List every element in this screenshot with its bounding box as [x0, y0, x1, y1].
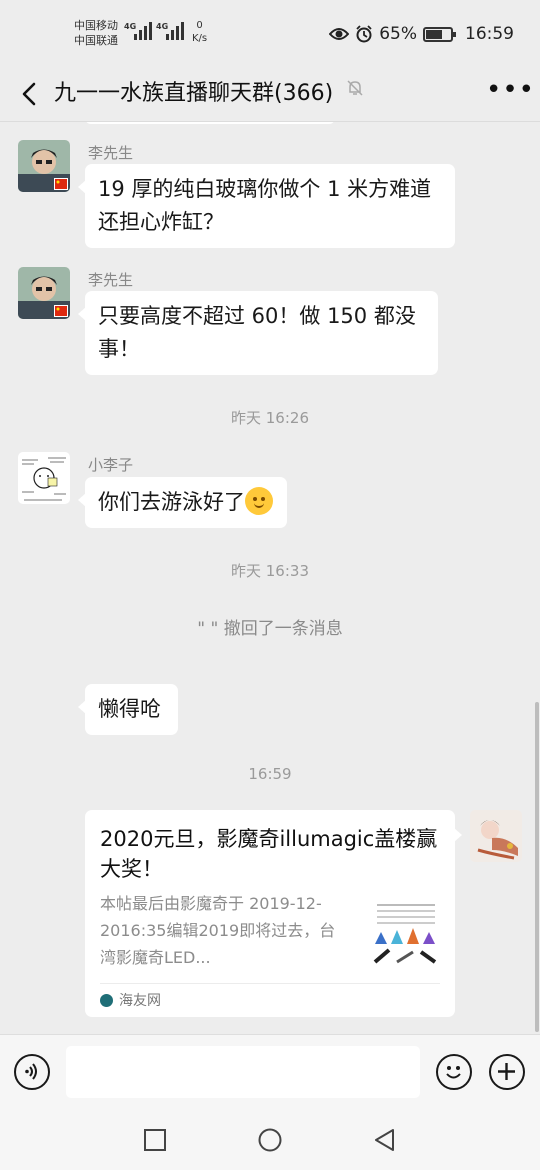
eye-icon	[329, 28, 350, 40]
chat-area[interactable]: 李先生 19 厚的纯白玻璃你做个 1 米方难道还担心炸缸？ 李先生 只要高度不超…	[0, 122, 540, 1034]
back-icon[interactable]	[372, 1127, 398, 1153]
status-right: 65% 16:59	[329, 22, 514, 46]
avatar[interactable]	[18, 267, 70, 319]
avatar[interactable]	[18, 452, 70, 504]
battery-icon	[423, 26, 456, 42]
card-divider	[100, 983, 440, 984]
plus-icon	[498, 1063, 515, 1080]
home-icon[interactable]	[257, 1127, 283, 1153]
link-thumbnail	[371, 896, 441, 966]
speed-unit: K/s	[192, 33, 208, 44]
mute-bell-icon	[347, 80, 363, 96]
sender-name: 李先生	[88, 144, 134, 162]
link-source-name: 海友网	[119, 993, 161, 1009]
speed-value: 0	[196, 20, 203, 31]
source-logo-icon	[100, 993, 113, 1007]
message-bubble[interactable]: 懒得呛	[78, 684, 178, 735]
system-nav-bar	[0, 1108, 540, 1170]
back-button[interactable]	[16, 76, 44, 112]
carrier-2: 中国联通	[74, 34, 118, 47]
chat-header: 九一一水族直播聊天群(366) •••	[0, 66, 540, 122]
link-source: 海友网	[100, 988, 161, 1012]
scrollbar[interactable]	[535, 702, 539, 1032]
input-bar	[0, 1034, 540, 1108]
chat-title: 九一一水族直播聊天群(366)	[54, 81, 334, 106]
link-card[interactable]: 2020元旦，影魔奇illumagic盖楼赢大奖！ 本帖最后由影魔奇于 2019…	[85, 810, 462, 1017]
previous-message-bubble	[85, 122, 335, 124]
message-input[interactable]	[66, 1046, 420, 1098]
link-card-description: 本帖最后由影魔奇于 2019-12-2016:35编辑2019即将过去，台湾影魔…	[100, 894, 336, 967]
more-dots-icon: •••	[486, 75, 536, 105]
recall-notice: " " 撤回了一条消息	[197, 619, 343, 639]
signal-icon	[134, 20, 152, 40]
signal-icon	[166, 20, 184, 40]
message-text: 你们去游泳好了	[98, 490, 245, 514]
sender-name: 李先生	[88, 271, 134, 289]
network-speed: 0 K/s	[192, 19, 207, 45]
message-bubble[interactable]: 19 厚的纯白玻璃你做个 1 米方难道还担心炸缸？	[78, 164, 455, 248]
emoji-button[interactable]	[436, 1054, 472, 1090]
status-bar: 中国移动 中国联通 4G 4G 0 K/s 65% 16:59	[0, 0, 540, 66]
avatar[interactable]	[18, 140, 70, 192]
message-bubble[interactable]: 只要高度不超过 60！做 150 都没事！	[78, 291, 438, 375]
alarm-icon	[356, 25, 372, 43]
more-functions-button[interactable]	[489, 1054, 525, 1090]
clock: 16:59	[465, 24, 514, 44]
avatar-image	[470, 810, 522, 862]
avatar-image	[18, 267, 70, 319]
avatar-image	[18, 452, 70, 504]
link-card-title: 2020元旦，影魔奇illumagic盖楼赢大奖！	[100, 827, 438, 881]
carrier-1: 中国移动	[74, 19, 118, 32]
voice-icon	[25, 1063, 37, 1080]
timestamp: 16:59	[248, 765, 292, 783]
timestamp: 昨天 16:33	[231, 562, 309, 580]
carrier-labels: 中国移动 中国联通	[74, 18, 118, 48]
message-bubble[interactable]: 你们去游泳好了	[78, 477, 287, 528]
smile-emoji-icon	[245, 487, 273, 515]
avatar-image	[18, 140, 70, 192]
back-arrow-icon	[22, 82, 36, 106]
my-avatar[interactable]	[470, 810, 522, 862]
sender-name: 小李子	[88, 456, 134, 474]
more-button[interactable]: •••	[486, 77, 534, 108]
emoji-icon	[446, 1066, 461, 1079]
voice-button[interactable]	[14, 1054, 50, 1090]
battery-percent: 65%	[379, 24, 417, 44]
timestamp: 昨天 16:26	[231, 409, 309, 427]
recent-apps-icon[interactable]	[142, 1127, 168, 1153]
